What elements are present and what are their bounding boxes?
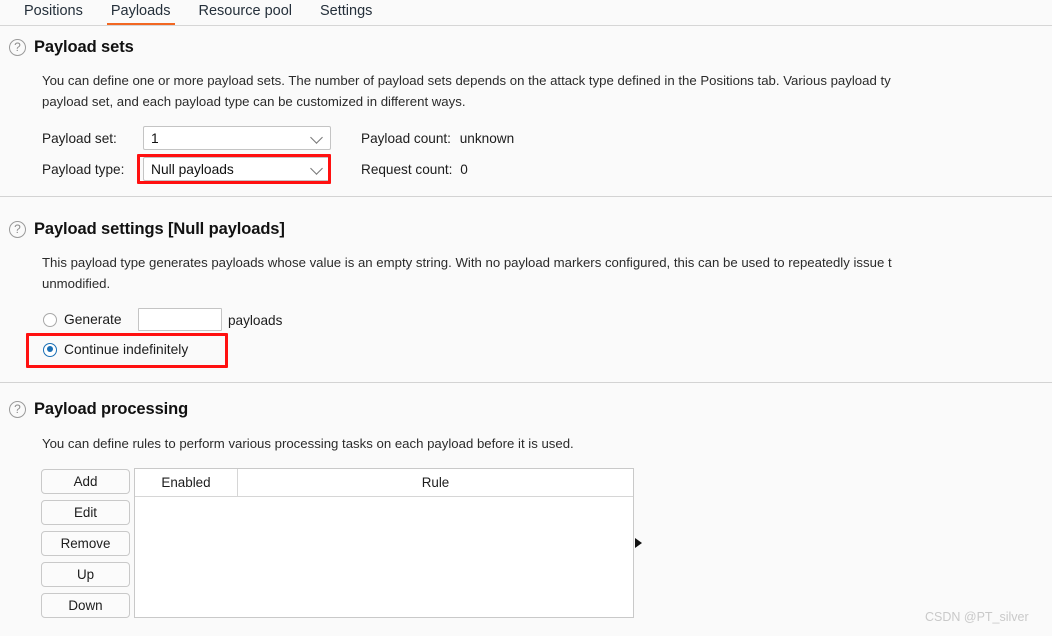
column-header-rule[interactable]: Rule [238, 469, 633, 496]
edit-button[interactable]: Edit [41, 500, 130, 525]
request-count-label: Request count: [361, 162, 453, 177]
down-button[interactable]: Down [41, 593, 130, 618]
tab-resource-pool[interactable]: Resource pool [185, 0, 307, 25]
generate-suffix-label: payloads [228, 313, 283, 328]
help-icon[interactable]: ? [9, 401, 26, 418]
chevron-down-icon [310, 131, 323, 144]
payload-set-value: 1 [151, 130, 159, 146]
help-icon[interactable]: ? [9, 39, 26, 56]
payload-processing-title: Payload processing [34, 400, 189, 418]
payload-count-label: Payload count: [361, 131, 451, 146]
column-header-enabled[interactable]: Enabled [135, 469, 238, 496]
generate-count-input[interactable] [138, 308, 222, 331]
payload-sets-description-line1: You can define one or more payload sets.… [42, 73, 891, 88]
payload-count-row: Payload count: unknown [361, 131, 514, 146]
rules-table-body [135, 497, 633, 617]
rules-table-header: Enabled Rule [135, 469, 633, 497]
payload-type-dropdown[interactable]: Null payloads [143, 157, 331, 181]
tab-positions[interactable]: Positions [10, 0, 97, 25]
divider-1 [0, 196, 1052, 197]
generate-radio[interactable] [43, 312, 57, 327]
payload-settings-title: Payload settings [Null payloads] [34, 220, 285, 238]
tab-payloads[interactable]: Payloads [97, 0, 185, 25]
payload-sets-header: ? Payload sets [9, 38, 134, 57]
chevron-down-icon [310, 162, 323, 175]
payload-processing-description: You can define rules to perform various … [42, 436, 574, 451]
payload-processing-header: ? Payload processing [9, 400, 188, 419]
payload-sets-title: Payload sets [34, 38, 134, 56]
request-count-row: Request count: 0 [361, 162, 468, 177]
help-icon[interactable]: ? [9, 221, 26, 238]
rules-table[interactable]: Enabled Rule [134, 468, 634, 618]
payload-set-label: Payload set: [42, 131, 117, 146]
payload-settings-header: ? Payload settings [Null payloads] [9, 220, 285, 239]
divider-2 [0, 382, 1052, 383]
payload-count-value: unknown [459, 131, 515, 146]
tab-settings[interactable]: Settings [306, 0, 386, 25]
payload-set-dropdown[interactable]: 1 [143, 126, 331, 150]
payload-type-label: Payload type: [42, 162, 125, 177]
payload-sets-description-line2: payload set, and each payload type can b… [42, 94, 466, 109]
continue-indefinitely-radio[interactable] [43, 342, 57, 357]
continue-indefinitely-label: Continue indefinitely [64, 342, 189, 357]
generate-label: Generate [64, 312, 122, 327]
up-button[interactable]: Up [41, 562, 130, 587]
tab-bar: Positions Payloads Resource pool Setting… [0, 0, 1052, 26]
generate-radio-row[interactable]: Generate [43, 312, 122, 327]
payload-settings-description-line1: This payload type generates payloads who… [42, 255, 892, 270]
request-count-value: 0 [460, 162, 468, 177]
watermark: CSDN @PT_silver [925, 610, 1029, 624]
expand-right-arrow-icon[interactable] [635, 538, 642, 548]
continue-indefinitely-radio-row[interactable]: Continue indefinitely [43, 342, 188, 357]
payload-settings-description-line2: unmodified. [42, 276, 111, 291]
add-button[interactable]: Add [41, 469, 130, 494]
payload-type-value: Null payloads [151, 161, 234, 177]
remove-button[interactable]: Remove [41, 531, 130, 556]
